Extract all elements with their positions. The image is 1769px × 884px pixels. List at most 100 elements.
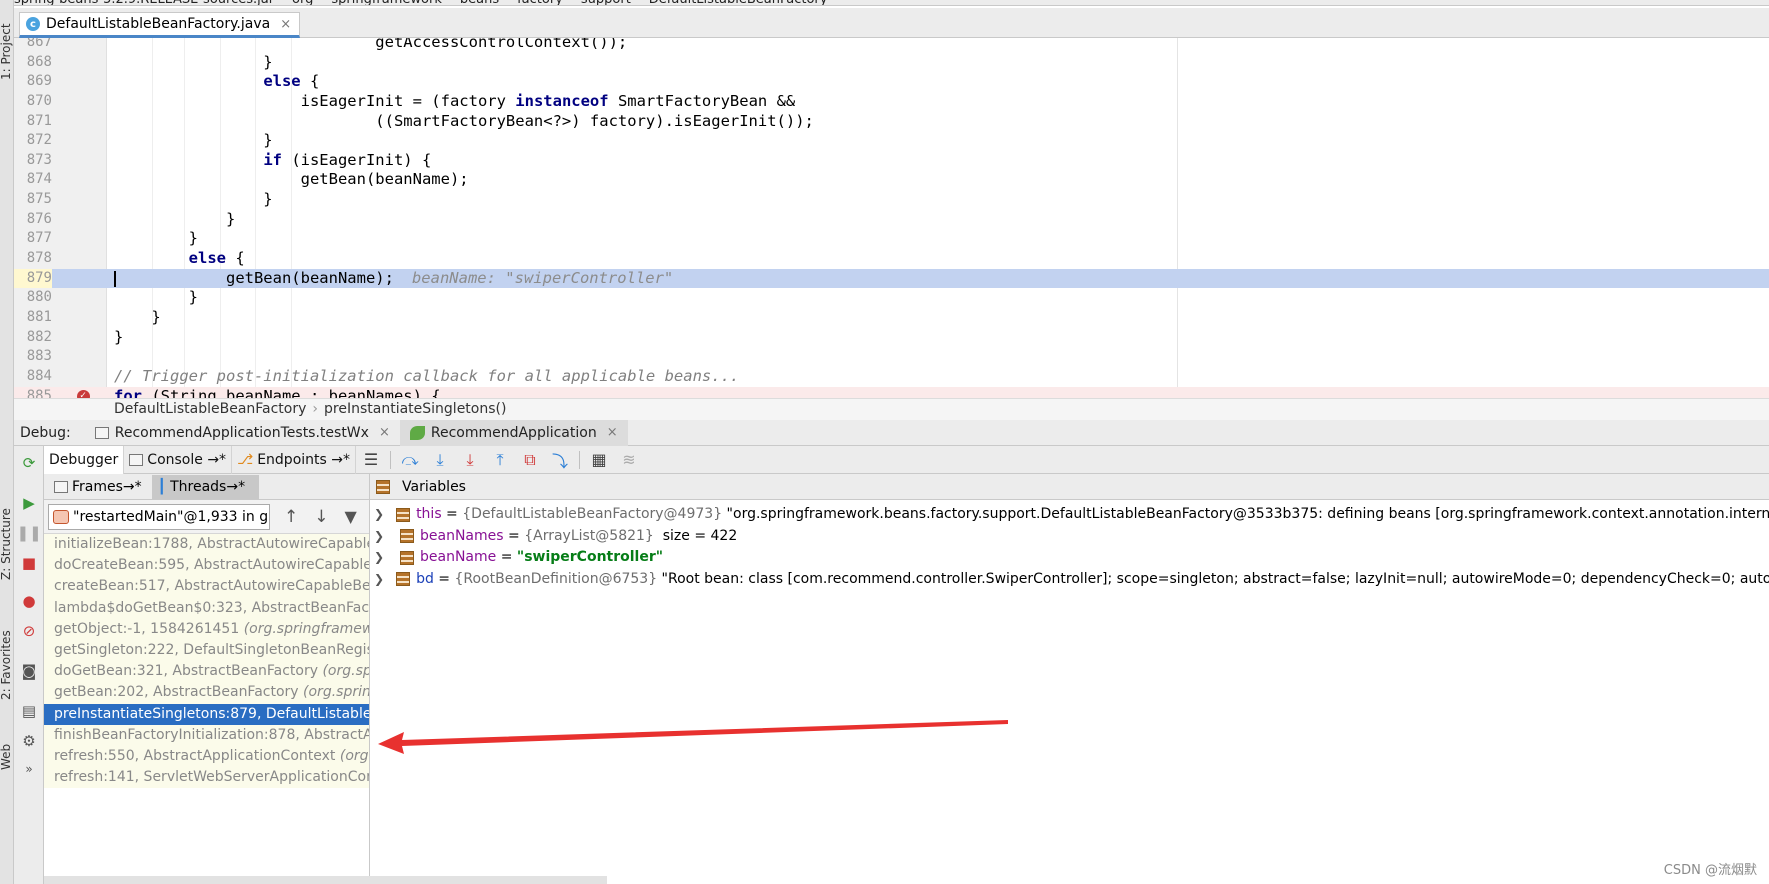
tab-endpoints[interactable]: ⎇ Endpoints →* — [232, 445, 356, 474]
code-line[interactable]: 874 getBean(beanName); — [14, 170, 1769, 190]
line-number[interactable]: 870 — [14, 92, 52, 112]
trace-icon[interactable]: ≋ — [614, 446, 644, 474]
rerun-icon[interactable]: ⟳ — [20, 454, 38, 472]
line-number[interactable]: 883 — [14, 347, 52, 367]
code-line[interactable]: 883 — [14, 347, 1769, 367]
stack-frame[interactable]: finishBeanFactoryInitialization:878, Abs… — [44, 724, 369, 746]
stack-frame[interactable]: initializeBean:1788, AbstractAutowireCap… — [44, 534, 369, 556]
stack-frame[interactable]: createBean:517, AbstractAutowireCapableB… — [44, 576, 369, 598]
variable-row[interactable]: ❯ beanName = "swiperController" — [370, 547, 1769, 569]
code-line[interactable]: 872 } — [14, 131, 1769, 151]
resume-icon[interactable]: ▶ — [20, 494, 38, 512]
drop-frame-icon[interactable]: ⧉ — [515, 446, 545, 474]
stack-frame[interactable]: refresh:141, ServletWebServerApplication… — [44, 767, 369, 789]
line-number[interactable]: 880 — [14, 288, 52, 308]
stack-frame[interactable]: getBean:202, AbstractBeanFactory (org.sp… — [44, 682, 369, 704]
line-number[interactable]: 871 — [14, 112, 52, 132]
line-number[interactable]: 876 — [14, 210, 52, 230]
line-number[interactable]: 873 — [14, 151, 52, 171]
step-over-icon[interactable]: ⤼ — [395, 446, 425, 474]
line-number[interactable]: 882 — [14, 328, 52, 348]
tab-frames[interactable]: Frames→* — [48, 475, 148, 499]
close-icon[interactable]: × — [280, 17, 291, 32]
settings-gear-icon[interactable]: ⚙ — [20, 732, 38, 750]
nav-crumb[interactable]: factory — [517, 0, 563, 5]
stop-icon[interactable]: ■ — [20, 554, 38, 572]
step-out-icon[interactable]: ⤒ — [485, 446, 515, 474]
nav-crumb[interactable]: support — [581, 0, 631, 5]
chevron-right-icon[interactable]: ❯ — [374, 526, 388, 548]
pause-icon[interactable]: ❚❚ — [16, 524, 41, 542]
debug-session-tab-app[interactable]: RecommendApplication × — [399, 419, 628, 446]
line-number[interactable]: 874 — [14, 170, 52, 190]
code-line[interactable]: 873 if (isEagerInit) { — [14, 151, 1769, 171]
code-line[interactable]: 884 // Trigger post-initialization callba… — [14, 367, 1769, 387]
line-number[interactable]: 885 — [14, 387, 52, 398]
code-line[interactable]: 881 } — [14, 308, 1769, 328]
nav-crumb[interactable]: DefaultListableBeanFactory — [649, 0, 828, 5]
evaluate-expression-icon[interactable]: ▦ — [584, 446, 614, 474]
line-number[interactable]: 878 — [14, 249, 52, 269]
line-number[interactable]: 875 — [14, 190, 52, 210]
code-line[interactable]: 870 isEagerInit = (factory instanceof Sm… — [14, 92, 1769, 112]
nav-crumb[interactable]: beans — [460, 0, 499, 5]
stack-frame[interactable]: lambda$doGetBean$0:323, AbstractBeanFact… — [44, 597, 369, 619]
mute-breakpoints-icon[interactable]: ⊘ — [20, 622, 38, 640]
line-number[interactable]: 879 — [14, 268, 52, 289]
show-execution-point-icon[interactable]: ☰ — [356, 446, 386, 474]
structure-tool-button[interactable]: Z: Structure — [0, 508, 13, 580]
favorites-tool-button[interactable]: 2: Favorites — [0, 630, 13, 700]
step-into-icon[interactable]: ⤓ — [425, 446, 455, 474]
code-line[interactable]: 876 } — [14, 210, 1769, 230]
thread-dropdown[interactable]: "restartedMain"@1,933 in gr... ⌄ — [48, 503, 270, 530]
horizontal-scrollbar[interactable] — [44, 876, 607, 884]
breakpoint-icon[interactable] — [77, 386, 90, 398]
more-icon[interactable]: » — [20, 760, 38, 778]
tab-debugger[interactable]: Debugger — [44, 445, 125, 474]
chevron-right-icon[interactable]: ❯ — [374, 569, 384, 591]
nav-crumb[interactable]: springframework — [331, 0, 441, 5]
code-line[interactable]: 869 else { — [14, 72, 1769, 92]
code-line[interactable]: 882} — [14, 328, 1769, 348]
variable-row[interactable]: ❯ this = {DefaultListableBeanFactory@4973… — [370, 504, 1769, 526]
code-line[interactable]: 875 } — [14, 190, 1769, 210]
arrow-up-icon[interactable]: ↑ — [284, 507, 298, 527]
breadcrumb-class[interactable]: DefaultListableBeanFactory — [114, 401, 306, 417]
tab-threads[interactable]: ┃ Threads→* — [151, 474, 260, 499]
code-line[interactable]: 877 } — [14, 229, 1769, 249]
variable-row[interactable]: ❯ beanNames = {ArrayList@5821} size = 422 — [370, 526, 1769, 548]
line-number[interactable]: 884 — [14, 367, 52, 387]
line-number[interactable]: 877 — [14, 229, 52, 249]
stack-frame[interactable]: getObject:-1, 1584261451 (org.springfram… — [44, 618, 369, 640]
line-number[interactable]: 868 — [14, 53, 52, 73]
editor-tab[interactable]: c DefaultListableBeanFactory.java × — [19, 12, 301, 38]
arrow-down-icon[interactable]: ↓ — [314, 507, 328, 527]
code-line[interactable]: 880 } — [14, 288, 1769, 308]
view-breakpoints-icon[interactable]: ● — [20, 592, 38, 610]
code-editor[interactable]: 867 getAccessControlContext()); 868 } 869 … — [14, 38, 1769, 398]
nav-crumb[interactable]: org — [292, 0, 313, 5]
stack-frame[interactable]: refresh:550, AbstractApplicationContext … — [44, 745, 369, 768]
chevron-right-icon[interactable]: ❯ — [374, 547, 388, 569]
breadcrumb-method[interactable]: preInstantiateSingletons() — [324, 401, 506, 417]
stack-frame[interactable]: getSingleton:222, DefaultSingletonBeanRe… — [44, 639, 369, 662]
debug-session-tab-tests[interactable]: RecommendApplicationTests.testWx × — [85, 420, 400, 446]
stack-frame[interactable]: doGetBean:321, AbstractBeanFactory (org.… — [44, 661, 369, 683]
filter-icon[interactable]: ▼ — [345, 507, 357, 526]
code-line[interactable]: 879 getBean(beanName); beanName: "swiperC… — [14, 268, 1769, 289]
stack-frame[interactable]: doCreateBean:595, AbstractAutowireCapabl… — [44, 555, 369, 577]
code-line[interactable]: 878 else { — [14, 249, 1769, 269]
line-number[interactable]: 872 — [14, 131, 52, 151]
line-number[interactable]: 881 — [14, 308, 52, 328]
chevron-right-icon[interactable]: ❯ — [374, 504, 384, 526]
layout-icon[interactable]: ▤ — [20, 702, 38, 720]
web-tool-button[interactable]: Web — [0, 744, 13, 770]
stack-frame[interactable]: preInstantiateSingletons:879, DefaultLis… — [44, 703, 369, 725]
line-number[interactable]: 867 — [14, 38, 52, 53]
line-number[interactable]: 869 — [14, 72, 52, 92]
close-icon[interactable]: × — [607, 425, 618, 440]
run-to-cursor-icon[interactable]: ⤵ — [545, 446, 575, 474]
nav-crumb[interactable]: spring-beans-5.2.9.RELEASE-sources.jar — [14, 0, 274, 5]
force-step-into-icon[interactable]: ⤓ — [455, 446, 485, 474]
code-line[interactable]: 867 getAccessControlContext()); — [14, 38, 1769, 53]
